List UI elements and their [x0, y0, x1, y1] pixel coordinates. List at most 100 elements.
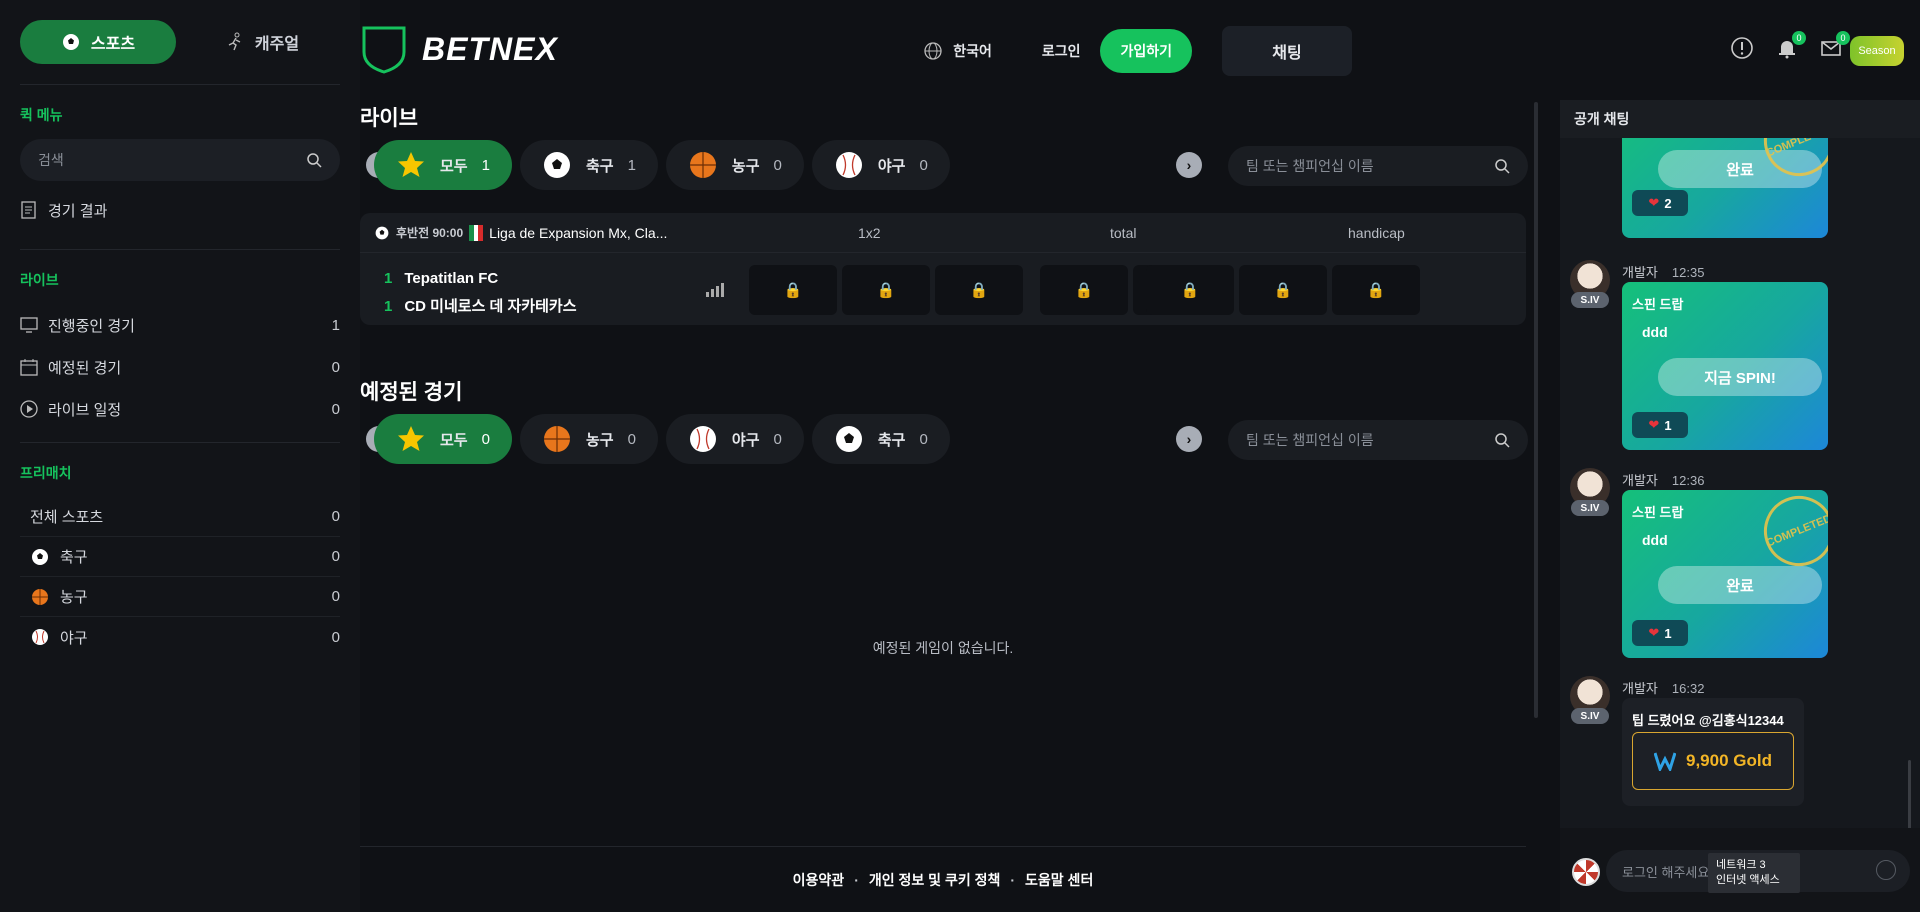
sidebar-item-soccer[interactable]: 축구 0: [20, 537, 340, 577]
like-button[interactable]: ❤ 2: [1632, 190, 1688, 216]
signup-button[interactable]: 가입하기: [1100, 29, 1192, 73]
sidebar: 스포츠 캐주얼 퀵 메뉴 검색 경기 결과 라이브 진행중인 경기 1 예정된 …: [0, 0, 360, 912]
odds-cell[interactable]: 🔒: [842, 265, 930, 315]
card-text: ddd: [1642, 324, 1668, 340]
like-button[interactable]: ❤ 1: [1632, 412, 1688, 438]
chat-button[interactable]: 채팅: [1222, 26, 1352, 76]
odds-cell[interactable]: 🔒: [749, 265, 837, 315]
tab-casual-label: 캐주얼: [254, 36, 300, 53]
sidebar-item-label: 축구: [60, 549, 88, 566]
footer-help-link[interactable]: 도움말 센터: [1025, 872, 1093, 888]
tab-upcoming-baseball[interactable]: 야구 0: [665, 414, 804, 464]
tab-casual[interactable]: 캐주얼: [184, 20, 340, 64]
divider: [20, 249, 340, 250]
sidebar-item-baseball[interactable]: 야구 0: [20, 617, 340, 657]
footer-terms-link[interactable]: 이용약관: [793, 872, 845, 888]
search-icon: [307, 153, 322, 168]
match-status: 후반전 90:00: [396, 226, 464, 240]
basketball-icon: [689, 152, 716, 178]
odds-cell[interactable]: 🔒: [1040, 265, 1128, 315]
chat-title: 공개 채팅: [1560, 100, 1920, 138]
logo[interactable]: BETNEX: [360, 24, 558, 74]
tab-upcoming-all[interactable]: 모두 0: [374, 414, 512, 464]
messages[interactable]: 0: [1820, 31, 1850, 59]
notifications[interactable]: 0: [1776, 31, 1806, 59]
season-button[interactable]: Season: [1850, 36, 1904, 66]
quick-menu-title: 퀵 메뉴: [20, 107, 63, 123]
divider: [20, 84, 340, 85]
team-row: 1 CD 미네로스 데 자카테카스: [384, 293, 577, 321]
soccer-ball-icon: [375, 226, 389, 239]
upcoming-tabs-next-button[interactable]: ›: [1176, 426, 1202, 452]
language-selector[interactable]: 한국어: [923, 41, 992, 61]
team-score: 1: [384, 298, 393, 315]
like-button[interactable]: ❤ 1: [1632, 620, 1688, 646]
upcoming-team-search-input[interactable]: 팀 또는 챔피언십 이름: [1228, 420, 1528, 460]
sidebar-item-count: 0: [331, 508, 340, 525]
match-league: 후반전 90:00 Liga de Expansion Mx, Cla...: [374, 224, 667, 241]
tab-live-baseball[interactable]: 야구 0: [811, 140, 950, 190]
sidebar-search-input[interactable]: 검색: [20, 139, 340, 181]
message-time: 16:32: [1671, 681, 1705, 696]
document-icon: [21, 201, 36, 219]
tab-live-all[interactable]: 모두 1: [374, 140, 512, 190]
stats-bars-icon[interactable]: [706, 283, 724, 297]
live-team-search-input[interactable]: 팀 또는 챔피언십 이름: [1228, 146, 1528, 186]
spin-complete-button[interactable]: 완료: [1658, 566, 1822, 604]
soccer-ball-icon: [835, 426, 862, 452]
sidebar-item-results[interactable]: 경기 결과: [20, 189, 340, 231]
star-icon: [398, 152, 424, 177]
roulette-wheel-icon[interactable]: [1572, 858, 1600, 886]
spin-now-button[interactable]: 지금 SPIN!: [1658, 358, 1822, 396]
chat-messages: 완료 ❤ 2 COMPLETED S.IV 개발자 12:35 스핀 드랍 ddd…: [1560, 138, 1920, 828]
mail-count: 0: [1836, 31, 1850, 45]
sidebar-item-count: 0: [331, 400, 340, 418]
odds-cell[interactable]: 🔒: [1239, 265, 1327, 315]
tab-label: 야구: [877, 157, 906, 175]
sidebar-item-live-games[interactable]: 진행중인 경기 1: [20, 304, 340, 346]
league-name: Liga de Expansion Mx, Cla...: [489, 224, 668, 241]
chat-panel: 공개 채팅 완료 ❤ 2 COMPLETED S.IV 개발자 12:35 스핀…: [1560, 100, 1920, 912]
lock-icon: 🔒: [1180, 282, 1200, 299]
tab-live-soccer[interactable]: 축구 1: [519, 140, 658, 190]
odds-cell[interactable]: 🔒: [935, 265, 1023, 315]
lock-icon: 🔒: [876, 282, 896, 299]
user-level-badge: S.IV: [1571, 292, 1609, 308]
user-level-badge: S.IV: [1571, 500, 1609, 516]
soccer-ball-icon: [543, 152, 570, 178]
footer-privacy-link[interactable]: 개인 정보 및 쿠키 정책: [869, 872, 1000, 888]
sidebar-item-live-schedule[interactable]: 라이브 일정 0: [20, 388, 340, 430]
message-meta: 개발자 12:36: [1622, 470, 1704, 489]
sidebar-item-label: 농구: [60, 589, 88, 606]
stamp-text: COMPLETED: [1764, 512, 1828, 550]
odds-cell[interactable]: 🔒: [1332, 265, 1420, 315]
sidebar-item-upcoming[interactable]: 예정된 경기 0: [20, 346, 340, 388]
header: BETNEX 한국어 로그인 가입하기 채팅: [360, 0, 1560, 100]
live-tabs-next-button[interactable]: ›: [1176, 152, 1202, 178]
live-match-card[interactable]: 후반전 90:00 Liga de Expansion Mx, Cla... 1…: [360, 213, 1526, 325]
baseball-icon: [32, 629, 48, 645]
team-name: CD 미네로스 데 자카테카스: [404, 298, 577, 315]
tab-upcoming-soccer[interactable]: 축구 0: [811, 414, 950, 464]
completed-stamp: COMPLETED: [1753, 490, 1828, 577]
tip-text: 팁 드렸어요 @김홍식12344: [1632, 713, 1784, 728]
coin-logo-icon: [1654, 752, 1676, 771]
notification-count: 0: [1792, 31, 1806, 45]
tab-sports[interactable]: 스포츠: [20, 20, 176, 64]
emoji-icon[interactable]: [1876, 860, 1896, 880]
header-icons: 0 0: [1730, 31, 1850, 60]
sidebar-item-basketball[interactable]: 농구 0: [20, 577, 340, 617]
tab-label: 모두: [440, 431, 468, 449]
col-handicap: handicap: [1348, 224, 1405, 241]
mexico-flag-icon: [469, 224, 484, 241]
odds-cell[interactable]: 🔒: [1146, 265, 1234, 315]
chat-scrollbar[interactable]: [1908, 760, 1911, 830]
live-search-placeholder: 팀 또는 챔피언십 이름: [1246, 158, 1374, 174]
alert-icon[interactable]: [1730, 36, 1754, 60]
sidebar-item-all-sports[interactable]: 전체 스포츠 0: [20, 497, 340, 537]
tab-live-basketball[interactable]: 농구 0: [665, 140, 804, 190]
login-button[interactable]: 로그인: [1042, 41, 1081, 61]
main-scrollbar[interactable]: [1534, 102, 1538, 718]
like-count: 1: [1664, 625, 1672, 641]
tab-upcoming-basketball[interactable]: 농구 0: [519, 414, 658, 464]
